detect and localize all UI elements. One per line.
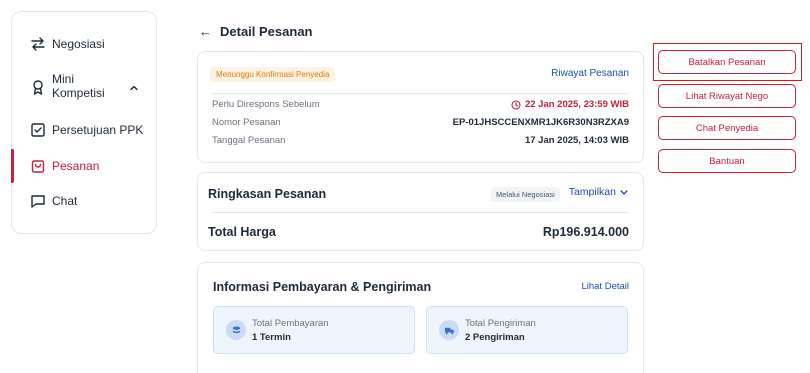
chevron-down-icon [620, 190, 628, 195]
order-date-label: Tanggal Pesanan [212, 135, 286, 146]
sidebar-item-persetujuan-ppk[interactable]: Persetujuan PPK [12, 122, 156, 138]
sidebar-item-label: Persetujuan PPK [52, 123, 144, 137]
page-title: Detail Pesanan [220, 24, 313, 39]
deadline-label: Perlu Direspons Sebelum [212, 99, 320, 110]
total-shipping-value: 2 Pengiriman [465, 332, 525, 343]
page-header: ← Detail Pesanan [199, 24, 313, 39]
sidebar-item-negosiasi[interactable]: Negosiasi [12, 36, 156, 52]
sidebar-item-label: Chat [52, 194, 78, 208]
back-arrow-icon[interactable]: ← [199, 24, 212, 39]
clock-icon [511, 99, 521, 110]
via-negotiation-badge: Melalui Negosiasi [491, 187, 560, 202]
sidebar-item-label: Pesanan [52, 159, 100, 173]
total-payment-value: 1 Termin [252, 332, 291, 343]
order-info-card: Menunggu Konfirmasi Penyedia Riwayat Pes… [197, 51, 644, 163]
sidebar-item-mini-kompetisi[interactable]: Mini Kompetisi [12, 72, 156, 102]
payment-shipping-card: Informasi Pembayaran & Pengiriman Lihat … [197, 262, 644, 373]
divider [212, 93, 629, 94]
tampilkan-label: Tampilkan [568, 186, 616, 198]
summary-title: Ringkasan Pesanan [208, 187, 327, 201]
cancel-order-button[interactable]: Batalkan Pesanan [658, 50, 796, 74]
truck-icon [439, 320, 459, 340]
nego-history-button[interactable]: Lihat Riwayat Nego [658, 84, 796, 108]
chat-bubble-icon [30, 193, 46, 209]
checkbox-icon [30, 122, 46, 138]
deadline-text: 22 Jan 2025, 23:59 WIB [524, 99, 629, 110]
lihat-detail-link[interactable]: Lihat Detail [581, 281, 629, 292]
total-price-label: Total Harga [208, 225, 276, 239]
deadline-value: 22 Jan 2025, 23:59 WIB [511, 99, 629, 110]
sidebar-item-label: Mini Kompetisi [52, 72, 105, 100]
order-number-row: Nomor Pesanan EP-01JHSCCENXMR1JK6R30N3RZ… [212, 117, 629, 128]
divider [212, 212, 629, 213]
tampilkan-toggle[interactable]: Tampilkan [569, 186, 629, 198]
total-payment-label: Total Pembayaran [252, 318, 329, 329]
chat-seller-button[interactable]: Chat Penyedia [658, 116, 796, 140]
total-shipping-label: Total Pengiriman [465, 318, 536, 329]
order-number-value: EP-01JHSCCENXMR1JK6R30N3RZXA9 [452, 117, 629, 128]
total-payment-box: Total Pembayaran 1 Termin [213, 306, 415, 354]
shopping-bag-icon [30, 158, 46, 174]
order-summary-card: Ringkasan Pesanan Melalui Negosiasi Tamp… [197, 172, 644, 251]
sidebar-item-chat[interactable]: Chat [12, 193, 156, 209]
sidebar: Negosiasi Mini Kompetisi Persetujuan PPK [11, 11, 157, 234]
help-button[interactable]: Bantuan [658, 149, 796, 173]
order-date-row: Tanggal Pesanan 17 Jan 2025, 14:03 WIB [212, 135, 629, 146]
sidebar-item-label: Negosiasi [52, 37, 105, 51]
chevron-up-icon[interactable] [128, 81, 140, 93]
total-shipping-box: Total Pengiriman 2 Pengiriman [426, 306, 628, 354]
deadline-row: Perlu Direspons Sebelum 22 Jan 2025, 23:… [212, 99, 629, 110]
order-date-value: 17 Jan 2025, 14:03 WIB [524, 135, 629, 146]
total-price-value: Rp196.914.000 [542, 225, 629, 239]
award-ribbon-icon [30, 79, 46, 95]
coins-icon [226, 320, 246, 340]
payment-title: Informasi Pembayaran & Pengiriman [213, 280, 432, 294]
swap-arrows-icon [30, 36, 46, 52]
order-number-label: Nomor Pesanan [212, 117, 281, 128]
status-badge: Menunggu Konfirmasi Penyedia [210, 67, 336, 82]
riwayat-pesanan-link[interactable]: Riwayat Pesanan [551, 68, 629, 79]
sidebar-item-pesanan[interactable]: Pesanan [11, 149, 156, 183]
